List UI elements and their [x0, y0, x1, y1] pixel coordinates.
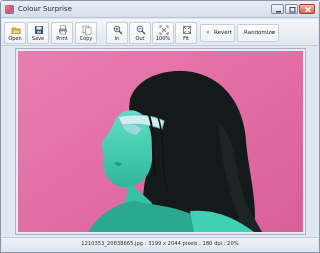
save-label: Save — [31, 36, 45, 42]
randomize-button[interactable]: Randomize » — [237, 24, 279, 42]
actual-size-label: 100% — [155, 36, 171, 42]
minimize-icon — [276, 11, 281, 13]
image-info-text: 1210353_20838665.jpg : 3199 x 2044 pixel… — [81, 241, 239, 247]
actual-size-icon — [159, 25, 169, 35]
actual-size-button[interactable]: 100% — [152, 22, 174, 44]
zoom-in-label: In — [114, 36, 120, 42]
revert-label: Revert — [214, 30, 233, 36]
close-button[interactable] — [299, 4, 315, 14]
copy-icon — [82, 25, 92, 35]
print-label: Print — [56, 36, 68, 42]
double-left-arrow-icon: « — [206, 29, 210, 36]
zoom-in-icon — [113, 25, 123, 35]
photo-preview — [18, 51, 303, 232]
fit-to-window-icon — [183, 26, 191, 34]
floppy-disk-icon — [35, 26, 43, 34]
zoom-in-button[interactable]: In — [106, 22, 128, 44]
copy-label: Copy — [79, 36, 93, 42]
fit-label: Fit — [183, 36, 189, 42]
app-window: Colour Surprise Open Save Print Copy In … — [0, 0, 320, 253]
zoom-out-label: Out — [135, 36, 145, 42]
maximize-button[interactable] — [285, 4, 298, 14]
window-title: Colour Surprise — [18, 5, 72, 13]
image-viewport[interactable] — [15, 48, 306, 235]
print-button[interactable]: Print — [51, 22, 73, 44]
maximize-icon — [289, 7, 296, 13]
fit-button[interactable]: Fit — [175, 22, 197, 44]
open-button[interactable]: Open — [4, 22, 26, 44]
close-icon — [305, 6, 311, 13]
printer-icon — [59, 25, 67, 35]
zoom-out-icon — [136, 25, 146, 35]
title-bar[interactable]: Colour Surprise — [1, 1, 319, 18]
recolored-portrait-image — [18, 51, 303, 232]
open-label: Open — [8, 36, 22, 42]
folder-open-icon — [11, 27, 21, 34]
minimize-button[interactable] — [271, 4, 284, 14]
app-icon — [5, 5, 14, 14]
save-button[interactable]: Save — [27, 22, 49, 44]
revert-button[interactable]: « Revert — [200, 24, 235, 42]
randomize-label: Randomize — [244, 30, 275, 36]
zoom-out-button[interactable]: Out — [129, 22, 151, 44]
status-bar: 1210353_20838665.jpg : 3199 x 2044 pixel… — [2, 237, 318, 252]
copy-button[interactable]: Copy — [75, 22, 97, 44]
toolbar: Open Save Print Copy In Out 100% Fit « R… — [2, 19, 318, 46]
double-right-arrow-icon: » — [272, 29, 276, 36]
